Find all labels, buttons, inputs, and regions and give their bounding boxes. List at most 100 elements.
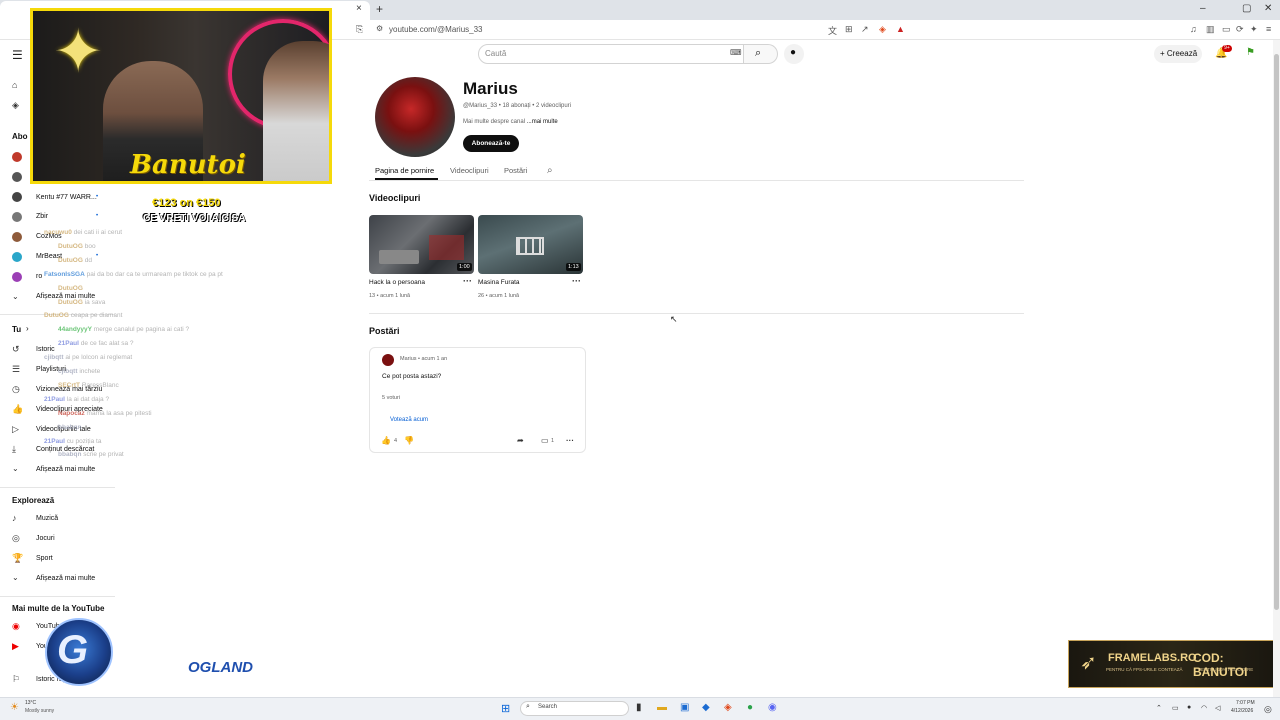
chat-username: Napocaz bbox=[58, 409, 85, 417]
search-input[interactable] bbox=[478, 44, 744, 64]
chevron-down-icon[interactable]: ⌄ bbox=[12, 573, 19, 582]
chevron-down-icon[interactable]: ⌄ bbox=[12, 464, 19, 473]
file-explorer-icon[interactable]: ▬ bbox=[657, 702, 667, 713]
clock-date[interactable]: 4/12/2026 bbox=[1231, 708, 1253, 714]
more-options-icon[interactable]: ··· bbox=[463, 276, 472, 286]
tab-home[interactable]: Pagina de pornire bbox=[375, 166, 434, 175]
video-title[interactable]: Masina Furata bbox=[478, 279, 520, 286]
site-info-icon[interactable]: ⚙ bbox=[376, 24, 383, 33]
weather-sun-icon[interactable]: ☀ bbox=[10, 702, 19, 713]
you-heading[interactable]: Tu bbox=[12, 325, 21, 334]
channel-description[interactable]: Mai multe despre canal ...mai multe bbox=[463, 119, 558, 125]
microphone-icon: ● bbox=[790, 47, 797, 58]
minimize-icon[interactable]: – bbox=[1200, 3, 1206, 14]
channel-search-icon[interactable]: ⌕ bbox=[547, 165, 553, 176]
video-title[interactable]: Hack la o persoana bbox=[369, 279, 425, 286]
channel-avatar[interactable] bbox=[12, 212, 22, 222]
share-icon[interactable]: ➦ bbox=[517, 436, 524, 445]
comment-icon[interactable]: ▭ bbox=[541, 436, 549, 445]
task-view-icon[interactable]: ▮ bbox=[636, 702, 642, 713]
subscribe-button[interactable]: Abonează-te bbox=[463, 135, 519, 152]
tab-posts[interactable]: Postări bbox=[504, 166, 527, 175]
sidebar-sub-item[interactable]: Kentu #77 WARR... bbox=[36, 194, 97, 201]
weather-condition[interactable]: Mostly sunny bbox=[25, 708, 54, 714]
chat-username: 44andyyyY bbox=[58, 326, 92, 334]
vpn-icon[interactable]: ⟳ bbox=[1236, 24, 1244, 35]
wifi-icon[interactable]: ◠ bbox=[1201, 704, 1207, 712]
channel-avatar[interactable] bbox=[12, 252, 22, 262]
tab-videos[interactable]: Videoclipuri bbox=[450, 166, 489, 175]
discord-icon[interactable]: ◉ bbox=[768, 702, 777, 713]
windows-start-icon[interactable]: ⊞ bbox=[501, 702, 510, 715]
taskbar-search-box[interactable] bbox=[520, 701, 629, 716]
chat-message: nacuwu0 dei cati ii ai cerut bbox=[44, 229, 122, 236]
close-tab-icon[interactable]: × bbox=[356, 3, 362, 14]
brave-shield-icon[interactable]: ◈ bbox=[879, 24, 886, 35]
share-icon[interactable]: ↗ bbox=[861, 24, 869, 35]
search-placeholder: Caută bbox=[485, 49, 507, 58]
maximize-icon[interactable]: ▢ bbox=[1242, 3, 1251, 14]
post-author-avatar[interactable] bbox=[382, 354, 394, 366]
like-icon[interactable]: 👍 bbox=[381, 436, 391, 445]
channel-avatar[interactable] bbox=[12, 232, 22, 242]
scrollbar-thumb[interactable] bbox=[1274, 54, 1279, 610]
volume-icon[interactable]: ◁ bbox=[1215, 704, 1220, 712]
bookmark-icon[interactable]: ⎘ bbox=[356, 24, 363, 35]
rewards-icon[interactable]: ▲ bbox=[896, 24, 905, 34]
more-from-youtube-heading: Mai multe de la YouTube bbox=[12, 604, 105, 613]
more-link[interactable]: ...mai multe bbox=[527, 119, 558, 125]
chat-username: DutuOG bbox=[58, 298, 83, 306]
tray-mic-icon[interactable]: ● bbox=[1187, 704, 1191, 711]
sidebar-sub-item[interactable]: ro bbox=[36, 273, 42, 280]
weather-temp[interactable]: 13°C bbox=[25, 700, 36, 706]
sidebar-toggle-icon[interactable]: ▥ bbox=[1206, 24, 1215, 35]
post-more-icon[interactable]: ··· bbox=[566, 436, 574, 445]
notification-center-icon[interactable]: ◎ bbox=[1264, 704, 1272, 715]
chat-username: DutuOG bbox=[58, 242, 83, 250]
you-show-more[interactable]: Afișează mai multe bbox=[36, 466, 95, 473]
translate-icon[interactable]: 文 bbox=[828, 24, 837, 37]
tray-app-icon[interactable]: ▭ bbox=[1172, 704, 1179, 712]
store-icon[interactable]: ▣ bbox=[680, 702, 689, 713]
chevron-down-icon[interactable]: ⌄ bbox=[12, 292, 19, 301]
keyboard-icon[interactable]: ⌨ bbox=[730, 48, 742, 57]
tray-chevron-icon[interactable]: ⌃ bbox=[1156, 704, 1162, 712]
dislike-icon[interactable]: 👎 bbox=[404, 436, 414, 445]
app-icon-green[interactable]: ● bbox=[747, 702, 753, 713]
channel-avatar-large[interactable] bbox=[375, 77, 455, 157]
chat-username: DutuOG bbox=[44, 312, 69, 320]
shorts-icon[interactable]: ◈ bbox=[12, 100, 19, 111]
channel-avatar[interactable] bbox=[12, 272, 22, 282]
extension-icon[interactable]: ♫ bbox=[1190, 24, 1197, 34]
menu-icon[interactable]: ≡ bbox=[1266, 24, 1271, 34]
home-icon[interactable]: ⌂ bbox=[12, 80, 17, 90]
brave-browser-icon[interactable]: ◈ bbox=[724, 702, 732, 713]
channel-avatar[interactable] bbox=[12, 152, 22, 162]
more-options-icon[interactable]: ··· bbox=[572, 276, 581, 286]
vote-now-label[interactable]: Votează acum bbox=[390, 417, 428, 423]
install-icon[interactable]: ⊞ bbox=[845, 24, 853, 35]
chat-text: ceapa pe diamant bbox=[70, 312, 123, 320]
hamburger-menu-icon[interactable]: ☰ bbox=[12, 48, 23, 62]
clock-time[interactable]: 7:07 PM bbox=[1236, 700, 1255, 706]
leo-icon[interactable]: ✦ bbox=[1250, 24, 1258, 35]
sidebar-item-music[interactable]: Muzică bbox=[36, 515, 58, 522]
sidebar-item-gaming[interactable]: Jocuri bbox=[36, 535, 55, 542]
url-text[interactable]: youtube.com/@Marius_33 bbox=[389, 25, 483, 34]
chat-message: DutuOG boo bbox=[58, 243, 96, 250]
subscriptions-heading[interactable]: Abo bbox=[12, 132, 28, 141]
channel-avatar[interactable] bbox=[12, 192, 22, 202]
wallet-icon[interactable]: ▭ bbox=[1222, 24, 1231, 35]
post-author[interactable]: Marius • acum 1 an bbox=[400, 356, 447, 362]
sidebar-item-history[interactable]: Istoric bbox=[36, 346, 55, 353]
app-icon[interactable]: ◆ bbox=[702, 702, 710, 713]
sidebar-item-sport[interactable]: Sport bbox=[36, 555, 53, 562]
close-window-icon[interactable]: ✕ bbox=[1264, 3, 1272, 14]
notification-badge: 9+ bbox=[1222, 45, 1232, 52]
sidebar-sub-item[interactable]: Zbir bbox=[36, 213, 48, 220]
chat-message: 21Paul de ce fac alat sa ? bbox=[58, 340, 134, 347]
channel-avatar[interactable] bbox=[12, 172, 22, 182]
account-avatar[interactable]: ⚑ bbox=[1246, 47, 1255, 58]
explore-show-more[interactable]: Afișează mai multe bbox=[36, 575, 95, 582]
new-tab-icon[interactable]: + bbox=[376, 2, 383, 16]
